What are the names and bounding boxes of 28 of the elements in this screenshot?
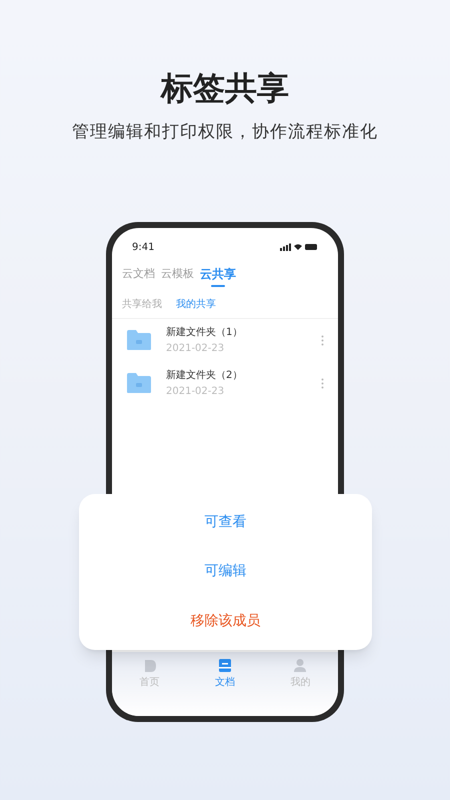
tab[interactable]: 云文档 bbox=[122, 266, 155, 286]
status-time: 9:41 bbox=[132, 240, 154, 254]
subtab[interactable]: 我的共享 bbox=[176, 296, 216, 312]
file-date: 2021-02-23 bbox=[166, 342, 226, 356]
nav-icon bbox=[293, 658, 308, 672]
file-row[interactable]: 新建文件夹（2） 2021-02-23 bbox=[112, 362, 338, 404]
folder-icon bbox=[126, 372, 152, 394]
nav-item[interactable]: 首页 bbox=[140, 658, 160, 690]
file-row[interactable]: 新建文件夹（1） 2021-02-23 bbox=[112, 318, 338, 362]
file-name: 新建文件夹（2） bbox=[166, 368, 244, 382]
subtab[interactable]: 共享给我 bbox=[122, 296, 162, 312]
tab[interactable]: 云模板 bbox=[161, 266, 194, 286]
folder-icon bbox=[126, 329, 152, 351]
sheet-action[interactable]: 移除该成员 bbox=[180, 604, 270, 638]
tab[interactable]: 云共享 bbox=[200, 264, 236, 286]
file-name: 新建文件夹（1） bbox=[166, 326, 244, 340]
nav-icon bbox=[142, 658, 157, 672]
status-icons bbox=[280, 243, 318, 251]
sheet-action[interactable]: 可查看 bbox=[194, 506, 256, 540]
nav-icon bbox=[218, 658, 232, 672]
subtitle: 管理编辑和打印权限，协作流程标准化 bbox=[72, 121, 378, 144]
nav-item[interactable]: 文档 bbox=[214, 658, 235, 690]
more-icon[interactable] bbox=[321, 378, 324, 388]
nav-item[interactable]: 我的 bbox=[290, 658, 310, 690]
sheet-action[interactable]: 可编辑 bbox=[194, 555, 256, 588]
file-date: 2021-02-23 bbox=[166, 384, 226, 398]
headline: 标签共享 bbox=[161, 68, 289, 108]
more-icon[interactable] bbox=[321, 334, 324, 346]
